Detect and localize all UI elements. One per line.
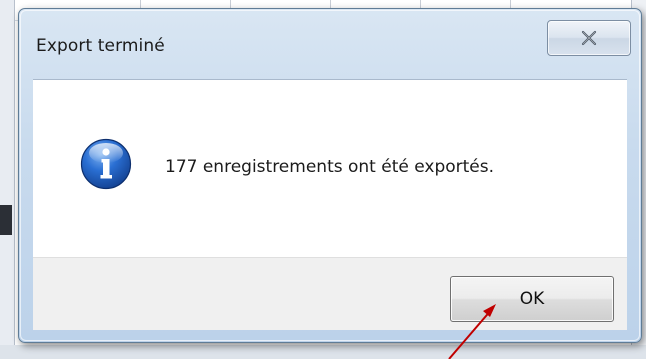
dialog-button-bar: OK xyxy=(33,257,627,330)
background-left-panel xyxy=(0,0,15,359)
ok-button[interactable]: OK xyxy=(450,276,614,322)
info-icon xyxy=(80,138,132,190)
close-button[interactable] xyxy=(547,20,631,56)
dialog-message: 177 enregistrements ont été exportés. xyxy=(165,157,495,177)
dialog-content: 177 enregistrements ont été exportés. xyxy=(33,79,627,258)
background-dark-tab xyxy=(0,205,12,235)
dialog-title: Export terminé xyxy=(36,36,165,56)
dialog-title-bar[interactable]: Export terminé xyxy=(19,9,641,79)
ok-button-label: OK xyxy=(519,289,545,309)
export-complete-dialog: Export terminé 177 enregistrements ont é… xyxy=(18,8,642,343)
background-bottom-bar xyxy=(0,345,646,359)
close-x-icon xyxy=(581,30,597,46)
